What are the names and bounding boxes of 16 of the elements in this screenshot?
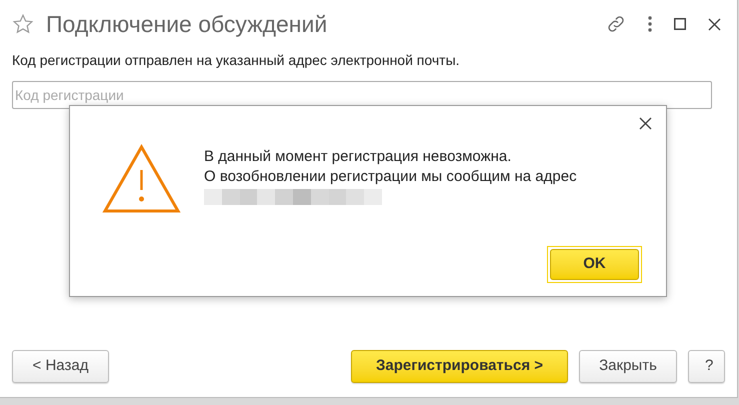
warning-icon	[102, 144, 181, 214]
help-button[interactable]: ?	[688, 350, 725, 383]
close-icon[interactable]	[639, 117, 652, 130]
maximize-icon[interactable]	[674, 18, 686, 30]
back-button[interactable]: < Назад	[12, 350, 109, 383]
ok-button[interactable]: OK	[550, 249, 639, 280]
dialog-message: В данный момент регистрация невозможна.	[204, 147, 512, 167]
link-icon[interactable]	[606, 14, 626, 34]
dialog-message: О возобновлении регистрации мы сообщим на адрес	[204, 167, 577, 187]
close-button[interactable]: Закрыть	[579, 350, 677, 383]
window-title: Подключение обсуждений	[46, 10, 328, 39]
register-button[interactable]: Зарегистрироваться >	[351, 350, 568, 383]
more-icon[interactable]	[648, 16, 652, 32]
close-icon[interactable]	[708, 18, 721, 30]
info-text: Код регистрации отправлен на указанный адрес электронной почты.	[12, 51, 461, 70]
star-icon[interactable]	[12, 13, 34, 35]
